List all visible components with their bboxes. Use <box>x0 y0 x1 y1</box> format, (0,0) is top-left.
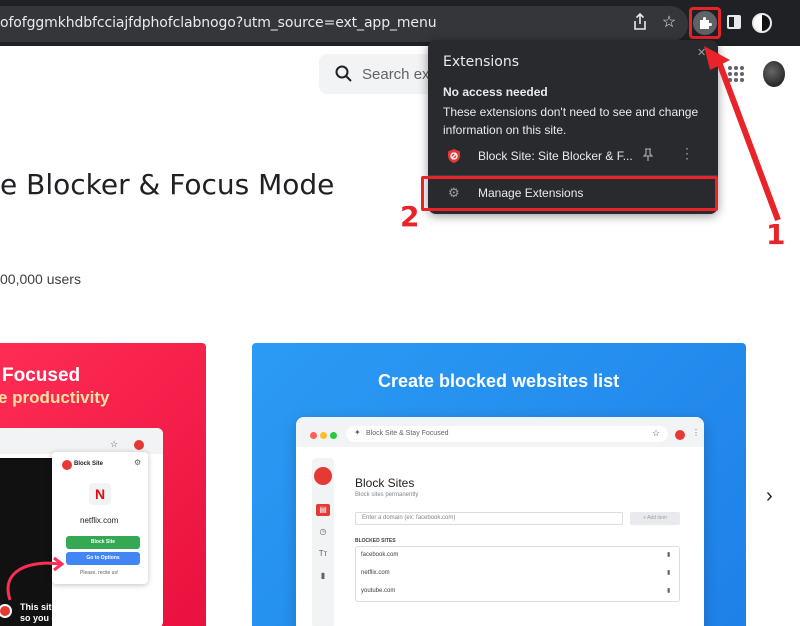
user-count: 00,000 users <box>0 271 81 287</box>
page-title: e Blocker & Focus Mode <box>0 168 335 201</box>
address-bar-url[interactable]: ofofggmkhdbfcciajfdphofclabnogo?utm_sour… <box>0 15 437 31</box>
trash-icon: ▮ <box>667 552 671 558</box>
gear-icon: ⚙ <box>134 458 142 467</box>
shield-icon <box>448 149 460 163</box>
star-icon: ☆ <box>652 428 661 438</box>
shield-icon <box>62 460 72 470</box>
window-close-dot <box>310 432 317 439</box>
block-site-icon <box>675 430 685 440</box>
puzzle-icon: ✦ <box>354 428 361 437</box>
blocked-sites-list <box>355 546 680 602</box>
blocked-site-name: netflix.com <box>80 516 119 525</box>
promo-red-subheading: e productivity <box>0 388 110 407</box>
search-icon <box>334 64 354 84</box>
manage-extensions-highlight <box>421 176 718 211</box>
extensions-menu-title: Extensions <box>443 54 520 70</box>
popup-footer: Please, recite us! <box>80 570 119 576</box>
star-icon[interactable]: ☆ <box>658 13 680 33</box>
star-icon: ☆ <box>110 439 119 449</box>
options-button: Go to Options <box>66 552 140 565</box>
trash-icon: ▮ <box>667 588 671 594</box>
blocked-caption-line1: This site is blocked <box>20 602 104 612</box>
window-max-dot <box>330 432 337 439</box>
add-item-button: + Add item <box>630 512 680 525</box>
extensions-button-highlight <box>689 7 721 39</box>
lock-icon: ▮ <box>320 571 326 580</box>
curved-arrow-icon <box>6 556 65 601</box>
arrow-icon <box>704 46 781 222</box>
text-icon: Tт <box>318 549 328 558</box>
section-description: These extensions don't need to see and c… <box>443 105 699 137</box>
blocked-caption: This site is blocked so you can focuson … <box>20 602 150 624</box>
domain-input: Enter a domain (ex: facebook.com) <box>355 512 623 525</box>
promo-blue-heading: Create blocked websites list <box>378 371 620 391</box>
netflix-logo: N <box>89 483 111 505</box>
share-icon[interactable] <box>629 12 651 37</box>
mock-url-bar: Block Site & Stay Focused <box>346 426 668 442</box>
extension-name[interactable]: Block Site: Site Blocker & F... <box>478 149 633 163</box>
list-item: netflix.com <box>361 570 390 576</box>
blocked-sites-label: BLOCKED SITES <box>355 538 396 544</box>
trash-icon: ▮ <box>667 570 671 576</box>
screenshot-root: ofofggmkhdbfcciajfdphofclabnogo?utm_sour… <box>0 0 800 626</box>
timer-icon: ◷ <box>319 527 327 536</box>
carousel-next-icon[interactable]: › <box>766 485 773 508</box>
blocklist-icon: ▤ <box>316 504 330 516</box>
pin-icon[interactable] <box>642 148 654 165</box>
list-item: youtube.com <box>361 588 396 594</box>
blocked-caption-line2: so you can focuson your work <box>20 613 151 623</box>
panel-title: Block Sites <box>355 476 415 490</box>
popup-title: Block Site <box>74 461 104 467</box>
more-options-icon[interactable]: ⋮ <box>680 146 694 160</box>
section-heading: No access needed <box>443 85 548 99</box>
search-placeholder[interactable]: Search ex <box>362 66 430 83</box>
promo-red-heading: Focused <box>2 365 81 386</box>
block-site-button: Block Site <box>66 536 140 549</box>
list-item: facebook.com <box>361 552 399 558</box>
profile-icon[interactable] <box>752 13 772 33</box>
side-panel-icon[interactable] <box>727 15 741 29</box>
window-min-dot <box>320 432 327 439</box>
step-2-label: 2 <box>400 200 420 233</box>
block-site-icon <box>134 440 144 450</box>
panel-subtitle: Block sites permanently <box>355 492 419 498</box>
more-icon: ⋮ <box>692 428 700 437</box>
shield-icon <box>314 467 332 485</box>
